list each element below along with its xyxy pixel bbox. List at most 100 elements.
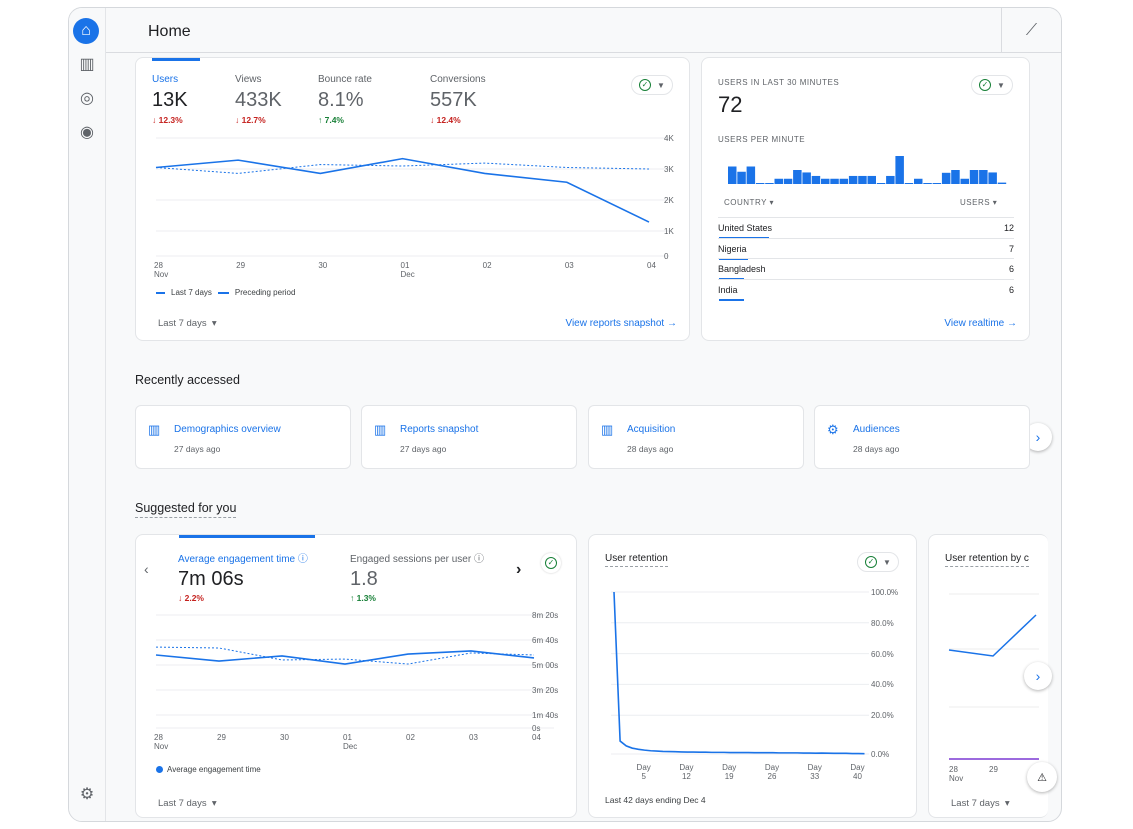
per-minute-bar: [802, 172, 811, 184]
chevron-right-icon: ›: [1035, 429, 1041, 445]
date-range-dropdown[interactable]: Last 7 days ▾: [158, 798, 217, 809]
insights-icon[interactable]: ⟋: [1001, 8, 1061, 53]
recent-item[interactable]: ▥ Acquisition 28 days ago: [588, 405, 804, 469]
y-tick-label: 100.0%: [871, 588, 899, 597]
x-tick-label: Day 26: [764, 763, 780, 781]
date-range-label: Last 7 days: [158, 798, 207, 809]
advertising-icon[interactable]: ◉: [76, 121, 98, 143]
metric-label: Bounce rate: [318, 74, 372, 85]
x-tick-label: Day 40: [850, 763, 865, 781]
per-minute-bar: [839, 178, 849, 184]
country-row[interactable]: India 6: [718, 278, 1014, 301]
metric-tab[interactable]: Bounce rate 8.1% ↑ 7.4%: [318, 74, 372, 125]
next-button[interactable]: ›: [1024, 662, 1052, 690]
series-average-engagement-line: [155, 650, 535, 665]
chart-legend: Last 7 days Preceding period: [156, 288, 295, 297]
x-tick-label: 01 Dec: [343, 733, 358, 751]
country-row[interactable]: United States 12: [718, 217, 1014, 239]
recent-item-time: 28 days ago: [627, 444, 674, 454]
users-column-header[interactable]: USERS ▾: [960, 198, 997, 207]
report-icon: ▥: [601, 422, 614, 437]
report-icon: ▥: [374, 422, 387, 437]
gear-icon[interactable]: ⚙: [76, 783, 98, 805]
retention-line: [613, 591, 865, 755]
date-range-dropdown[interactable]: Last 7 days ▾: [951, 798, 1010, 809]
x-tick-label: Day 33: [807, 763, 822, 781]
per-minute-bar: [941, 172, 951, 184]
recent-item-time: 27 days ago: [174, 444, 221, 454]
metric-label: Conversions: [430, 74, 486, 85]
x-tick-label: 04: [647, 261, 656, 270]
check-icon: ✓: [979, 79, 992, 91]
engagement-card: ‹ Average engagement time ⓘ 7m 06s ↓ 2.2…: [135, 534, 577, 818]
metric-tab[interactable]: Conversions 557K ↓ 12.4%: [430, 74, 486, 125]
metric-tab[interactable]: Users 13K ↓ 12.3%: [152, 74, 188, 125]
metric-change: ↓ 12.7%: [235, 115, 266, 125]
legend-label: Average engagement time: [167, 765, 261, 774]
legend-current: Last 7 days: [171, 288, 212, 297]
country-column-header[interactable]: COUNTRY ▾: [724, 198, 774, 207]
link-label: View reports snapshot: [565, 318, 665, 329]
recent-item[interactable]: ▥ Demographics overview 27 days ago: [135, 405, 351, 469]
date-range-label: Last 7 days: [951, 798, 1000, 809]
legend-solid-swatch: [156, 291, 165, 294]
arrow-right-icon: →: [667, 318, 677, 329]
user-count: 7: [1008, 243, 1014, 254]
per-minute-bar: [830, 178, 839, 184]
chevron-right-icon: ›: [1035, 668, 1041, 684]
y-tick-label: 0: [664, 252, 669, 261]
country-row[interactable]: Bangladesh 6: [718, 258, 1014, 280]
chevron-down-icon: ▼: [997, 80, 1005, 90]
status-dropdown[interactable]: ✓ ▼: [971, 75, 1013, 95]
reports-icon[interactable]: ▥: [76, 53, 98, 75]
recent-item[interactable]: ⚙ Audiences 28 days ago: [814, 405, 1030, 469]
metric-value: 557K: [430, 89, 477, 111]
home-icon[interactable]: ⌂: [73, 18, 99, 44]
metric-tab[interactable]: Views 433K ↓ 12.7%: [235, 74, 282, 125]
metric-value: 13K: [152, 89, 188, 111]
per-minute-bar: [793, 170, 802, 184]
chart-legend: Average engagement time: [156, 765, 261, 774]
y-tick-label: 4K: [664, 134, 674, 143]
realtime-value: 72: [718, 92, 743, 117]
y-tick-label: 0s: [532, 724, 541, 733]
retention-footer: Last 42 days ending Dec 4: [605, 795, 706, 805]
x-tick-label: 28 Nov: [154, 261, 169, 279]
recent-item[interactable]: ▥ Reports snapshot 27 days ago: [361, 405, 577, 469]
y-tick-label: 5m 00s: [532, 661, 559, 670]
engagement-chart: [155, 614, 554, 729]
sidebar: ⌂ ▥ ◎ ◉ ⚙: [69, 8, 106, 821]
y-tick-label: 3K: [664, 165, 674, 174]
per-minute-bar: [997, 182, 1007, 184]
per-minute-bar: [932, 183, 942, 184]
view-reports-snapshot-link[interactable]: View reports snapshot →: [565, 318, 677, 329]
view-realtime-link[interactable]: View realtime →: [944, 318, 1017, 329]
x-tick-label: 03: [469, 733, 478, 742]
per-minute-bar: [811, 175, 821, 184]
per-minute-bar: [821, 178, 830, 184]
recent-item-name: Audiences: [853, 424, 900, 435]
page-title: Home: [148, 23, 191, 40]
x-tick-label: 30: [318, 261, 328, 270]
feedback-button[interactable]: ⚠: [1027, 762, 1057, 792]
legend-dot: [156, 766, 163, 773]
recent-item-name: Reports snapshot: [400, 424, 479, 435]
per-minute-bar: [960, 178, 969, 184]
x-tick-label: 29: [236, 261, 246, 270]
recent-item-time: 28 days ago: [853, 444, 900, 454]
date-range-dropdown[interactable]: Last 7 days ▾: [158, 318, 217, 329]
per-minute-bar: [876, 183, 886, 184]
x-tick-label: 04: [532, 733, 541, 742]
x-tick-label: 29: [217, 733, 226, 742]
legend-dashed-swatch: [217, 291, 229, 294]
x-tick-label: 02: [482, 261, 492, 270]
series-preceding-line: [155, 646, 535, 665]
per-minute-bar: [951, 170, 960, 184]
explore-icon[interactable]: ◎: [76, 87, 98, 109]
y-tick-label: 2K: [664, 196, 674, 205]
per-minute-bar: [904, 183, 914, 184]
y-tick-label: 1K: [664, 227, 674, 236]
country-name: United States: [718, 223, 773, 233]
country-row[interactable]: Nigeria 7: [718, 237, 1014, 260]
cohort-line: [948, 614, 1037, 657]
